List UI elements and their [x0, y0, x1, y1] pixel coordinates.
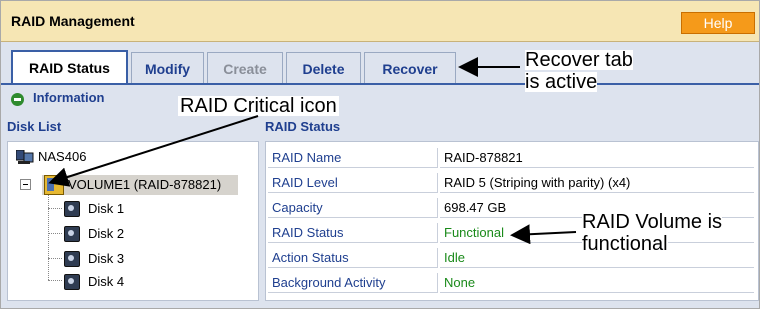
- status-value: RAID 5 (Striping with parity) (x4): [440, 173, 754, 193]
- disk-icon: [64, 201, 80, 217]
- tab-bar: RAID Status Modify Create Delete Recover: [1, 42, 759, 85]
- disk-list-header: Disk List: [7, 117, 257, 137]
- disk-icon: [64, 226, 80, 242]
- tree-connector: [48, 233, 62, 234]
- collapse-toggle-icon[interactable]: [20, 179, 31, 190]
- annotation-volume-functional-line1: RAID Volume is: [582, 211, 723, 233]
- tree-connector: [48, 208, 62, 209]
- tree-disk-1[interactable]: Disk 1: [88, 200, 124, 218]
- information-link[interactable]: Information: [33, 90, 105, 105]
- status-row: RAID Level RAID 5 (Striping with parity)…: [268, 171, 756, 195]
- status-key: Background Activity: [268, 273, 438, 293]
- tab-create: Create: [207, 52, 283, 84]
- page-title: RAID Management: [11, 13, 135, 29]
- tree-volume[interactable]: VOLUME1 (RAID-878821): [68, 176, 221, 194]
- raid-management-window: RAID Management Help RAID Status Modify …: [0, 0, 760, 309]
- tab-recover[interactable]: Recover: [364, 52, 456, 84]
- status-row: RAID Name RAID-878821: [268, 146, 756, 170]
- help-button[interactable]: Help: [681, 12, 755, 34]
- disk-icon: [64, 251, 80, 267]
- status-key: RAID Level: [268, 173, 438, 193]
- tab-modify[interactable]: Modify: [131, 52, 204, 84]
- tab-raid-status[interactable]: RAID Status: [11, 50, 128, 84]
- raid-status-header: RAID Status: [265, 117, 755, 137]
- title-bar: RAID Management Help: [1, 1, 759, 42]
- status-key: RAID Name: [268, 148, 438, 168]
- tree-connector: [48, 258, 62, 259]
- status-value: None: [440, 273, 754, 293]
- tree-root-nas[interactable]: NAS406: [38, 148, 86, 166]
- status-key: Action Status: [268, 248, 438, 268]
- tab-delete[interactable]: Delete: [286, 52, 361, 84]
- info-row: [1, 85, 759, 115]
- nas-server-icon: [16, 150, 34, 164]
- tree-disk-2[interactable]: Disk 2: [88, 225, 124, 243]
- annotation-volume-functional-line2: functional: [582, 233, 668, 255]
- raid-critical-icon: [44, 175, 64, 195]
- annotation-recover-tab-line1: Recover tab: [525, 49, 633, 71]
- information-icon: [11, 93, 24, 106]
- disk-list-panel: NAS406 VOLUME1 (RAID-878821) Disk 1 Disk…: [7, 141, 259, 301]
- status-row: Action Status Idle: [268, 246, 756, 270]
- tree-disk-3[interactable]: Disk 3: [88, 250, 124, 268]
- status-key: RAID Status: [268, 223, 438, 243]
- annotation-recover-tab-line2: is active: [525, 71, 598, 93]
- status-row: Background Activity None: [268, 271, 756, 295]
- annotation-critical-icon: RAID Critical icon: [178, 95, 339, 117]
- tree-disk-4[interactable]: Disk 4: [88, 273, 124, 291]
- status-value: RAID-878821: [440, 148, 754, 168]
- tree-connector: [48, 280, 62, 281]
- disk-icon: [64, 274, 80, 290]
- status-key: Capacity: [268, 198, 438, 218]
